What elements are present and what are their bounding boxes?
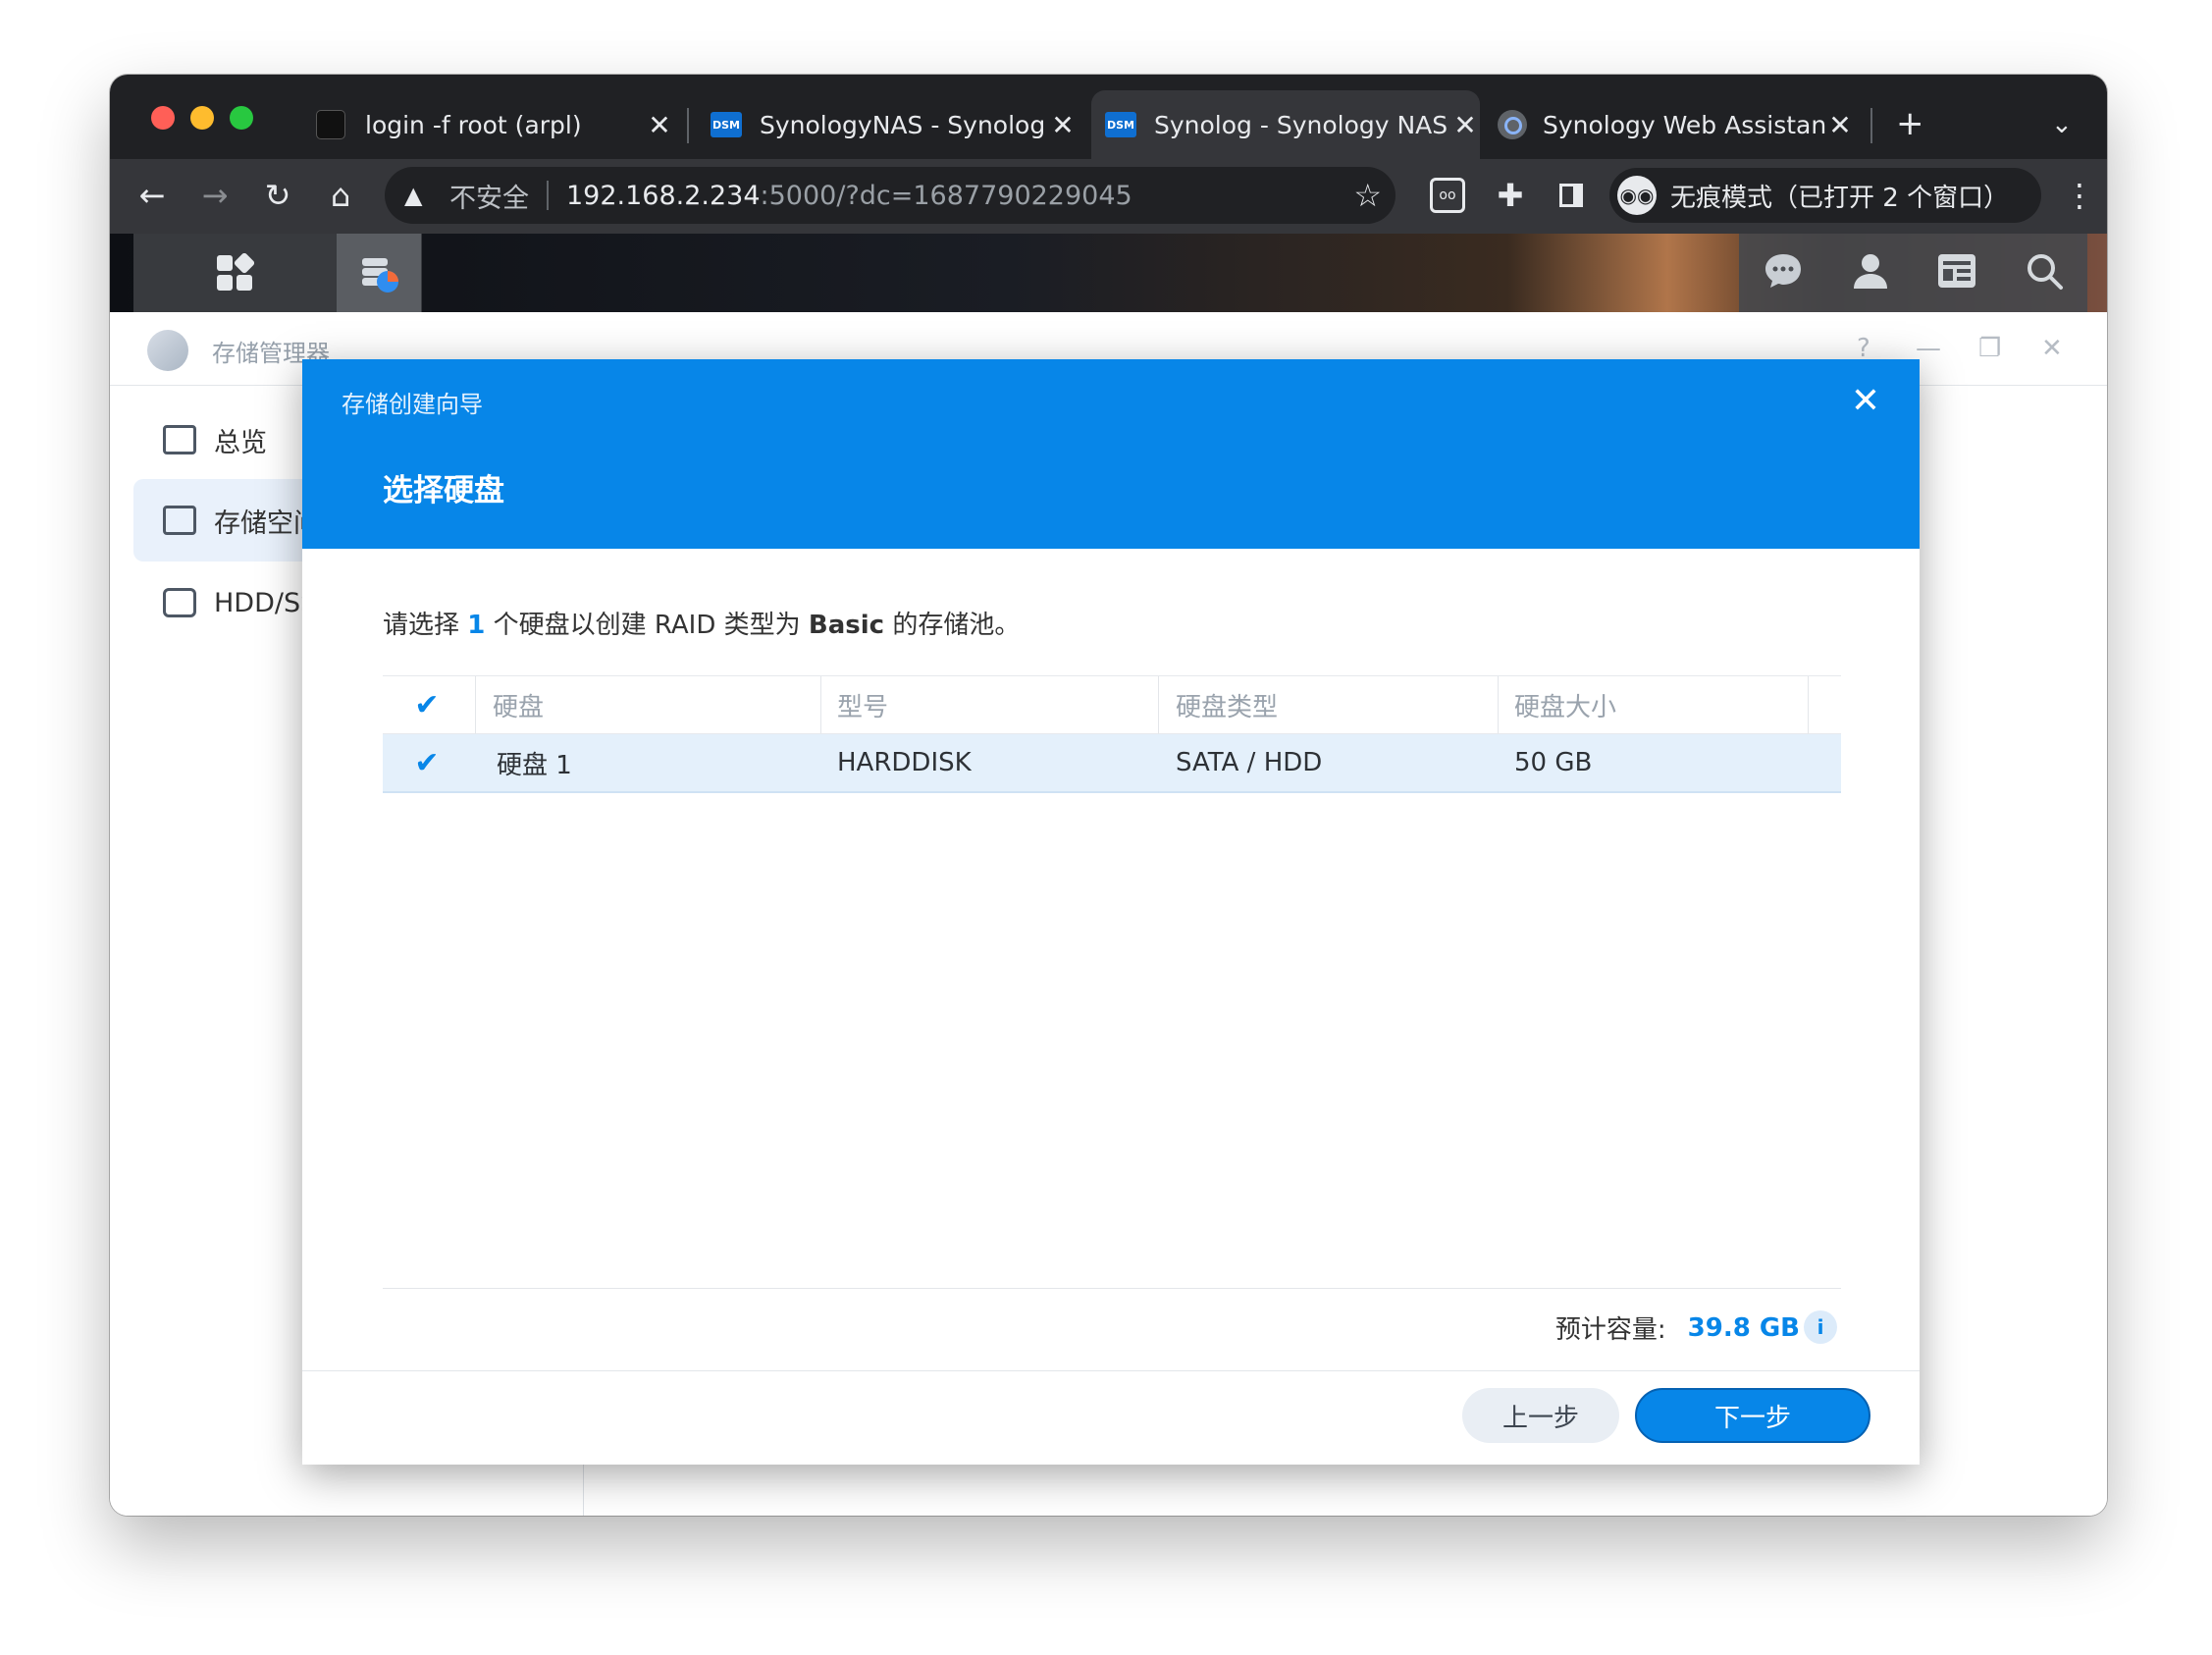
incognito-icon: ◉◉ (1617, 176, 1657, 215)
menu-kebab-icon[interactable]: ⋮ (2057, 171, 2102, 220)
address-bar[interactable]: ▲ 不安全 192.168.2.234 :5000/?dc=1687790229… (385, 167, 1396, 224)
tab-synologynas[interactable]: DSM SynologyNAS - Synolog ✕ (711, 90, 1078, 159)
extensions-puzzle-icon[interactable]: ✚ (1488, 171, 1533, 220)
dsm-taskbar (110, 234, 2107, 312)
next-button[interactable]: 下一步 (1635, 1388, 1870, 1443)
extension-glasses-icon[interactable]: oo (1425, 171, 1470, 220)
wizard-header: 存储创建向导 选择硬盘 ✕ (302, 359, 1920, 549)
checkmark-icon: ✔ (414, 745, 440, 780)
close-tab-icon[interactable]: ✕ (1825, 109, 1855, 141)
restore-icon[interactable]: ❐ (1978, 334, 2001, 363)
incognito-label: 无痕模式（已打开 2 个窗口） (1670, 183, 2010, 213)
tab-title: SynologyNAS - Synolog (760, 110, 1046, 139)
tab-title: login -f root (arpl) (365, 110, 582, 139)
close-window-button[interactable] (151, 106, 175, 130)
url-host: 192.168.2.234 (566, 180, 761, 211)
info-icon[interactable]: i (1804, 1310, 1837, 1344)
disk-table: ✔ 硬盘 型号 硬盘类型 硬盘大小 ✔ 硬盘 1 HARDDISK SATA /… (383, 675, 1841, 793)
dsm-icon: DSM (1105, 112, 1136, 137)
tab-title: Synolog - Synology NAS (1154, 110, 1448, 139)
footer-divider (302, 1370, 1920, 1371)
tab-login[interactable]: login -f root (arpl) ✕ (316, 90, 674, 159)
tab-synolog[interactable]: DSM Synolog - Synology NAS ✕ (1091, 90, 1480, 159)
cell-disk-type: SATA / HDD (1176, 748, 1323, 777)
estimated-capacity-label: 预计容量: (1554, 1315, 1666, 1345)
column-header-disk-type[interactable]: 硬盘类型 (1176, 676, 1278, 733)
cell-model: HARDDISK (837, 748, 972, 777)
table-row[interactable]: ✔ 硬盘 1 HARDDISK SATA / HDD 50 GB (383, 734, 1841, 793)
select-all-checkbox[interactable]: ✔ (412, 676, 442, 733)
security-label: 不安全 (449, 183, 529, 214)
previous-button[interactable]: 上一步 (1462, 1388, 1619, 1443)
column-header-model[interactable]: 型号 (837, 676, 888, 733)
tab-web-assistant[interactable]: Synology Web Assistant ✕ (1498, 90, 1855, 159)
close-tab-icon[interactable]: ✕ (1450, 109, 1480, 141)
checkmark-icon: ✔ (414, 687, 440, 722)
tab-title: Synology Web Assistant (1543, 110, 1825, 139)
close-icon[interactable]: ✕ (2041, 334, 2063, 363)
bookmark-star-icon[interactable]: ☆ (1353, 177, 1382, 214)
user-icon[interactable] (1851, 251, 1890, 294)
search-icon[interactable] (2025, 251, 2064, 294)
widgets-icon[interactable] (1936, 252, 1977, 294)
url-path: :5000/?dc=1687790229045 (760, 180, 1132, 211)
chat-icon[interactable] (1763, 251, 1804, 294)
dsm-taskbar-left (133, 234, 422, 312)
close-tab-icon[interactable]: ✕ (645, 109, 674, 141)
storage-wizard-dialog: 存储创建向导 选择硬盘 ✕ 请选择 1 个硬盘以创建 RAID 类型为 Basi… (302, 359, 1920, 1465)
terminal-icon (316, 110, 345, 139)
storage-manager-taskbar-icon[interactable] (337, 234, 421, 312)
browser-toolbar: ← → ↻ ⌂ ▲ 不安全 192.168.2.234 :5000/?dc=16… (110, 159, 2107, 234)
side-panel-icon[interactable] (1549, 171, 1594, 220)
tab-strip: login -f root (arpl) ✕ DSM SynologyNAS -… (110, 75, 2107, 159)
hdd-icon (163, 588, 196, 617)
minimize-window-button[interactable] (190, 106, 214, 130)
step-title: 选择硬盘 (383, 473, 504, 508)
dsm-icon: DSM (711, 112, 742, 137)
estimated-capacity: 预计容量: 39.8 GB (1555, 1309, 1800, 1346)
column-header-disk-size[interactable]: 硬盘大小 (1514, 676, 1616, 733)
instruction-text: 请选择 1 个硬盘以创建 RAID 类型为 Basic 的存储池。 (383, 611, 1021, 640)
wizard-title: 存储创建向导 (342, 391, 483, 418)
chevron-down-icon[interactable]: ⌄ (2051, 110, 2073, 139)
row-checkbox[interactable]: ✔ (412, 734, 442, 791)
web-assistant-icon (1498, 110, 1527, 139)
storage-icon (163, 506, 196, 535)
warning-icon: ▲ (404, 182, 423, 209)
close-dialog-icon[interactable]: ✕ (1851, 381, 1880, 421)
close-tab-icon[interactable]: ✕ (1048, 109, 1078, 141)
table-header-row: ✔ 硬盘 型号 硬盘类型 硬盘大小 (383, 675, 1841, 734)
storage-manager-logo-icon (147, 330, 188, 371)
incognito-indicator[interactable]: ◉◉ 无痕模式（已打开 2 个窗口） (1609, 168, 2041, 223)
back-icon[interactable]: ← (130, 171, 175, 220)
sidebar-item-label: 总览 (214, 427, 267, 458)
forward-icon[interactable]: → (192, 171, 237, 220)
column-header-disk[interactable]: 硬盘 (493, 676, 544, 733)
cell-disk: 硬盘 1 (497, 750, 572, 780)
overview-icon (163, 425, 196, 454)
dsm-taskbar-right (1739, 234, 2087, 312)
divider (383, 1288, 1841, 1289)
estimated-capacity-value: 39.8 GB (1687, 1312, 1800, 1343)
new-tab-icon[interactable]: + (1896, 104, 1924, 143)
cell-disk-size: 50 GB (1514, 748, 1593, 777)
maximize-window-button[interactable] (230, 106, 253, 130)
reload-icon[interactable]: ↻ (255, 171, 300, 220)
home-icon[interactable]: ⌂ (318, 171, 363, 220)
main-menu-icon[interactable] (192, 234, 277, 312)
